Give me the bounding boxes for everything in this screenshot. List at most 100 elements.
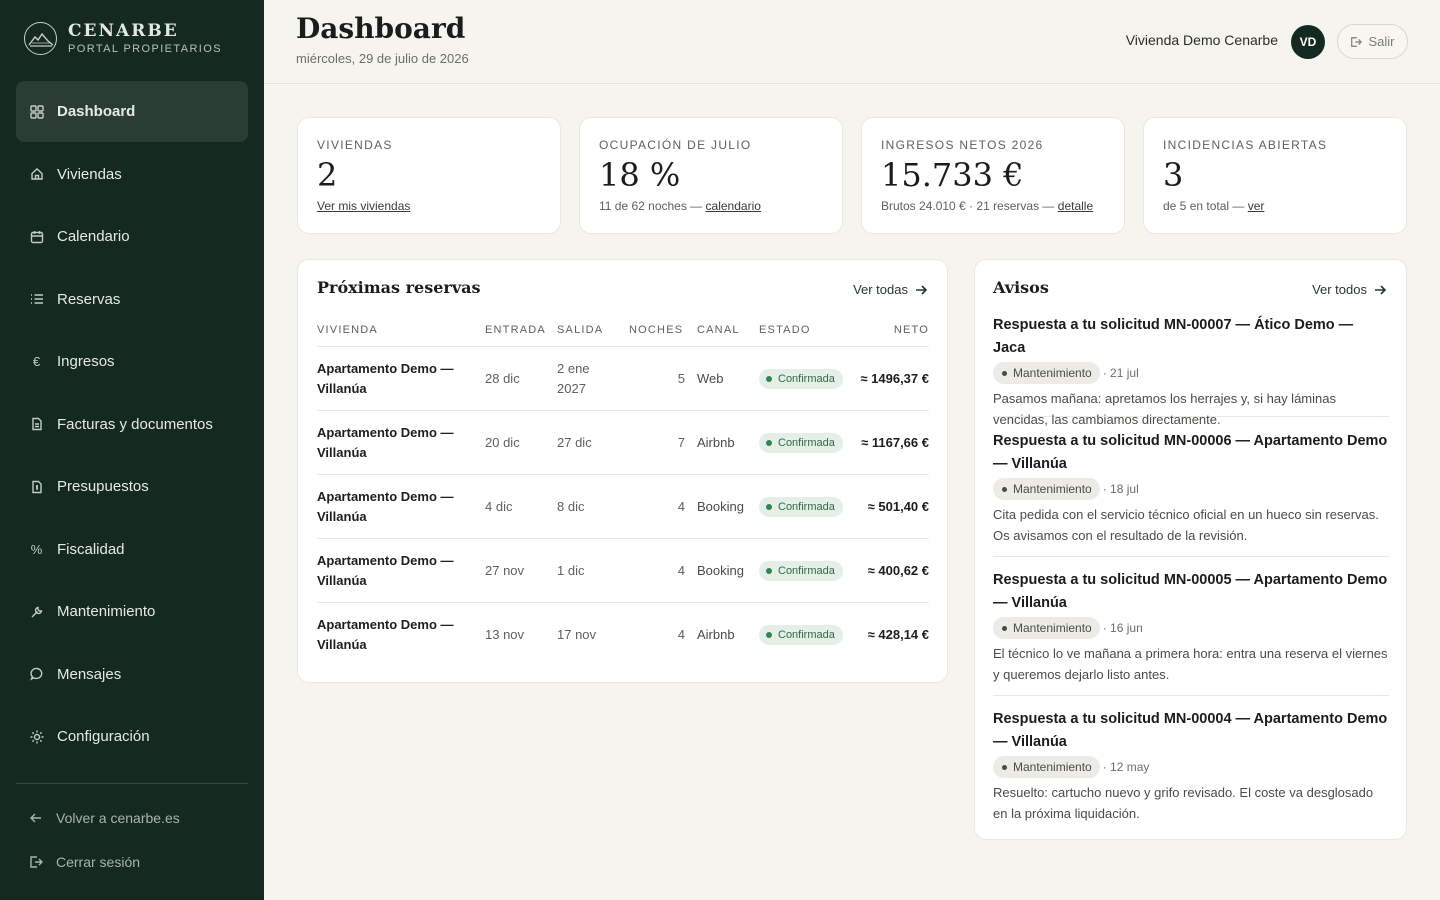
- nav-item-label: Dashboard: [57, 103, 136, 120]
- nav-item-label: Ingresos: [57, 353, 115, 370]
- logout-button[interactable]: Salir: [1337, 24, 1408, 59]
- notice-item[interactable]: Respuesta a tu solicitud MN-00004 — Apar…: [993, 708, 1389, 835]
- logout-icon: [1351, 36, 1363, 47]
- cell-salida: 2 ene 2027: [557, 361, 590, 396]
- status-badge: Confirmada: [759, 497, 843, 517]
- document-icon: [29, 417, 44, 432]
- notice-title: Respuesta a tu solicitud MN-00007 — Átic…: [993, 317, 1354, 356]
- col-neto: NETO: [893, 324, 929, 336]
- table-row[interactable]: Apartamento Demo — Villanúa 28 dic 2 ene…: [317, 347, 929, 411]
- view-all-label: Ver todos: [1312, 282, 1367, 297]
- nav-item-viviendas[interactable]: Viviendas: [16, 144, 248, 205]
- table-row[interactable]: Apartamento Demo — Villanúa 13 nov 17 no…: [317, 603, 929, 667]
- notice-meta: Mantenimiento · 18 jul: [993, 478, 1389, 500]
- stat-label: VIVIENDAS: [317, 138, 393, 152]
- nav-item-label: Facturas y documentos: [57, 415, 213, 433]
- stat-link[interactable]: Ver mis viviendas: [317, 199, 410, 213]
- stat-card-ingresos: INGRESOS NETOS 2026 15.733 € Brutos 24.0…: [861, 117, 1125, 234]
- view-all-notices-link[interactable]: Ver todos: [1312, 282, 1386, 297]
- notice-title: Respuesta a tu solicitud MN-00006 — Apar…: [993, 433, 1388, 472]
- notice-item[interactable]: Respuesta a tu solicitud MN-00006 — Apar…: [993, 430, 1389, 557]
- notice-title: Respuesta a tu solicitud MN-00005 — Apar…: [993, 572, 1388, 611]
- cell-estado: Confirmada: [759, 347, 859, 411]
- cell-canal: Airbnb: [697, 627, 735, 642]
- notice-body: Resuelto: cartucho nuevo y grifo revisad…: [993, 785, 1374, 821]
- percent-icon: %: [30, 541, 43, 557]
- cell-entrada: 13 nov: [485, 627, 525, 642]
- notice-date: · 18 jul: [1102, 482, 1139, 496]
- cell-noches: 4: [677, 563, 685, 578]
- stat-sub-text: Brutos 24.010 € · 21 reservas —: [881, 199, 1058, 213]
- nav-item-ingresos[interactable]: € Ingresos: [16, 331, 248, 392]
- status-badge: Confirmada: [759, 625, 843, 645]
- table-row[interactable]: Apartamento Demo — Villanúa 4 dic 8 dic …: [317, 475, 929, 539]
- nav-item-dashboard[interactable]: Dashboard: [16, 81, 248, 142]
- reservations-panel: Próximas reservas Ver todas VIVIENDA ENT…: [297, 259, 948, 683]
- stat-link[interactable]: ver: [1248, 199, 1265, 213]
- col-estado: ESTADO: [759, 324, 811, 336]
- cell-salida: 17 nov: [557, 627, 597, 642]
- view-all-reservations-link[interactable]: Ver todas: [853, 282, 927, 297]
- table-header: VIVIENDA ENTRADA SALIDA NOCHES CANAL EST…: [317, 318, 929, 347]
- stat-sub: Ver mis viviendas: [317, 199, 541, 213]
- nav-item-presupuestos[interactable]: Presupuestos: [16, 456, 248, 517]
- cell-noches: 7: [677, 435, 685, 450]
- notice-tag: Mantenimiento: [993, 617, 1100, 639]
- nav-item-facturas[interactable]: Facturas y documentos: [16, 394, 248, 455]
- stat-sub: 11 de 62 noches — calendario: [599, 199, 823, 213]
- nav-item-fiscalidad[interactable]: % Fiscalidad: [16, 519, 248, 580]
- col-noches: NOCHES: [629, 324, 684, 336]
- stat-label: INGRESOS NETOS 2026: [881, 138, 1044, 152]
- cell-salida: 1 dic: [557, 563, 585, 578]
- nav-item-reservas[interactable]: Reservas: [16, 269, 248, 330]
- back-to-site-link[interactable]: Volver a cenarbe.es: [29, 810, 180, 826]
- table-row[interactable]: Apartamento Demo — Villanúa 27 nov 1 dic…: [317, 539, 929, 603]
- page-date: miércoles, 29 de julio de 2026: [296, 51, 469, 66]
- cell-canal: Booking: [697, 563, 744, 578]
- stat-link[interactable]: calendario: [706, 199, 761, 213]
- stat-value: 18 %: [599, 156, 681, 194]
- reservations-title: Próximas reservas: [317, 278, 481, 297]
- cell-vivienda: Apartamento Demo — Villanúa: [317, 553, 454, 588]
- arrow-left-icon: [30, 813, 41, 823]
- nav-item-label: Calendario: [57, 228, 130, 245]
- avatar[interactable]: VD: [1291, 25, 1325, 59]
- grid-icon: [29, 104, 44, 119]
- sidebar-logout-link[interactable]: Cerrar sesión: [29, 854, 140, 870]
- notice-date: · 16 jun: [1102, 621, 1143, 635]
- sidebar: CENARBE PORTAL PROPIETARIOS Dashboard Vi…: [0, 0, 264, 900]
- cell-neto: ≈ 1496,37 €: [860, 371, 929, 386]
- nav-item-mantenimiento[interactable]: Mantenimiento: [16, 581, 248, 642]
- notice-item[interactable]: Respuesta a tu solicitud MN-00007 — Átic…: [993, 314, 1389, 427]
- nav-item-label: Reservas: [57, 290, 121, 308]
- brand-subtitle: PORTAL PROPIETARIOS: [68, 43, 222, 55]
- notice-item[interactable]: Respuesta a tu solicitud MN-00005 — Apar…: [993, 569, 1389, 696]
- cell-canal: Web: [697, 371, 724, 386]
- nav-item-label: Mantenimiento: [57, 603, 156, 620]
- sun-gear-icon: [29, 729, 44, 744]
- stat-value: 15.733 €: [881, 156, 1024, 194]
- nav-item-calendario[interactable]: Calendario: [16, 206, 248, 267]
- nav-item-configuracion[interactable]: Configuración: [16, 706, 248, 767]
- list-icon: [29, 292, 44, 307]
- cell-estado: Confirmada: [759, 539, 859, 603]
- brand[interactable]: CENARBE PORTAL PROPIETARIOS: [24, 22, 222, 55]
- sidebar-divider: [16, 783, 248, 784]
- nav-item-mensajes[interactable]: Mensajes: [16, 644, 248, 705]
- stat-card-viviendas: VIVIENDAS 2 Ver mis viviendas: [297, 117, 561, 234]
- arrow-right-icon: [916, 284, 927, 295]
- calendar-icon: [29, 229, 44, 244]
- table-row[interactable]: Apartamento Demo — Villanúa 20 dic 27 di…: [317, 411, 929, 475]
- notice-date: · 21 jul: [1102, 366, 1139, 380]
- cell-estado: Confirmada: [759, 411, 859, 475]
- cell-entrada: 20 dic: [485, 435, 520, 450]
- stat-link[interactable]: detalle: [1058, 199, 1093, 213]
- cell-entrada: 27 nov: [485, 563, 525, 578]
- reservations-table: VIVIENDA ENTRADA SALIDA NOCHES CANAL EST…: [317, 318, 929, 667]
- cell-vivienda: Apartamento Demo — Villanúa: [317, 425, 454, 460]
- notice-title: Respuesta a tu solicitud MN-00004 — Apar…: [993, 711, 1388, 750]
- main-nav: Dashboard Viviendas Calendario Reservas …: [16, 81, 248, 769]
- cell-noches: 4: [677, 499, 685, 514]
- home-icon: [29, 167, 44, 182]
- col-vivienda: VIVIENDA: [317, 324, 378, 336]
